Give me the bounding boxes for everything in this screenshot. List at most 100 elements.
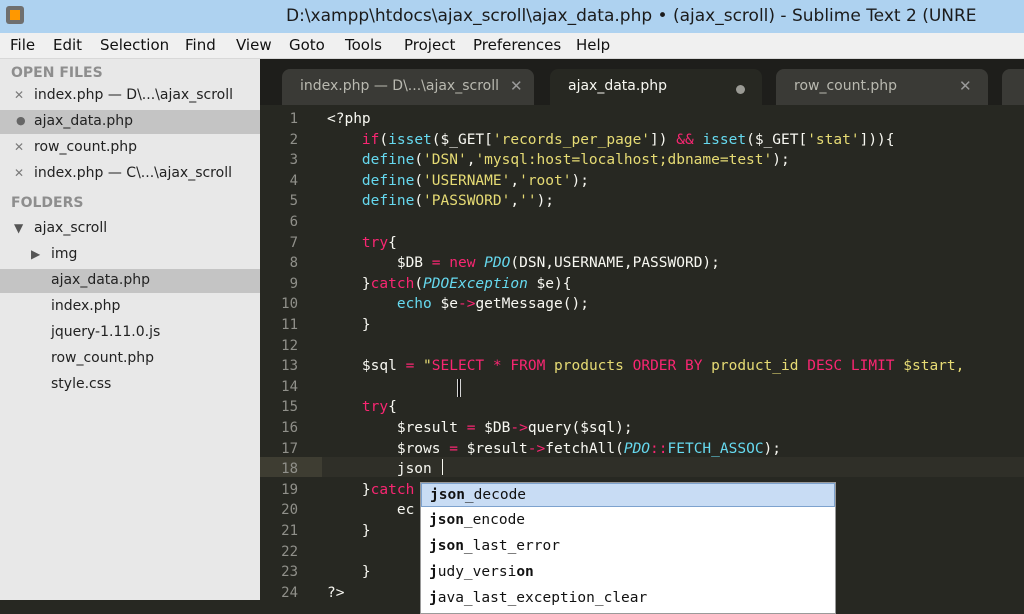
tab-ajax-data-php[interactable]: ajax_data.php [550, 69, 762, 105]
line-number: 13 [281, 358, 298, 375]
subfolder-item[interactable]: ▶ img [0, 243, 260, 267]
line-number: 2 [289, 131, 298, 148]
close-icon[interactable]: ✕ [959, 77, 972, 95]
code-line[interactable]: json [327, 461, 432, 477]
close-icon[interactable]: ✕ [14, 140, 24, 154]
code-line[interactable]: }catch(PDOException $e){ [327, 276, 572, 292]
file-item[interactable]: style.css [0, 373, 260, 397]
autocomplete-label: java_last_exception_clear [429, 590, 648, 606]
code-line[interactable]: $DB = new PDO(DSN,USERNAME,PASSWORD); [327, 255, 720, 271]
window-title: D:\xampp\htdocs\ajax_scroll\ajax_data.ph… [286, 6, 977, 26]
code-line[interactable]: echo $e->getMessage(); [327, 296, 589, 312]
code-line[interactable]: } [327, 564, 371, 580]
code-line[interactable]: try{ [327, 235, 397, 251]
code-line[interactable]: if(isset($_GET['records_per_page']) && i… [327, 132, 895, 148]
line-number: 16 [281, 420, 298, 436]
autocomplete-label: judy_version [429, 564, 534, 580]
tab-label: index.php — D\...\ajax_scroll [300, 78, 499, 94]
tab-label: row_count.php [794, 78, 898, 94]
menu-view[interactable]: View [236, 36, 272, 54]
open-file-label: index.php — C\...\ajax_scroll [34, 165, 232, 181]
autocomplete-popup[interactable]: json_decode json_encode json_last_error … [420, 482, 836, 614]
unsaved-dot-icon[interactable] [736, 85, 745, 94]
dot-icon[interactable]: ● [16, 114, 26, 127]
tab-label: ajax_data.php [568, 78, 667, 94]
menu-file[interactable]: File [10, 36, 35, 54]
line-number: 11 [281, 317, 298, 333]
code-line[interactable]: } [327, 317, 371, 333]
autocomplete-item[interactable]: judy_version [421, 561, 835, 585]
autocomplete-label: json_decode [430, 487, 527, 503]
code-line[interactable]: define('DSN','mysql:host=localhost;dbnam… [327, 152, 790, 168]
line-number: 5 [289, 193, 298, 210]
code-line[interactable]: define('USERNAME','root'); [327, 173, 589, 189]
folder-label: ajax_scroll [34, 220, 108, 236]
code-line[interactable]: define('PASSWORD',''); [327, 193, 554, 209]
file-label: row_count.php [51, 350, 155, 366]
autocomplete-label: json_last_error [429, 538, 560, 554]
autocomplete-item[interactable]: json_last_error [421, 535, 835, 559]
open-file-label: index.php — D\...\ajax_scroll [34, 87, 233, 103]
file-label: jquery-1.11.0.js [51, 324, 161, 340]
line-number: 3 [289, 152, 298, 169]
folder-item[interactable]: ▼ ajax_scroll [0, 217, 260, 241]
menu-edit[interactable]: Edit [53, 36, 82, 54]
close-icon[interactable]: ✕ [14, 166, 24, 180]
file-label: ajax_data.php [51, 272, 150, 288]
open-file-label: row_count.php [34, 139, 138, 155]
tab-index-php[interactable]: index.php — D\...\ajax_scroll ✕ [282, 69, 534, 105]
line-number: 21 [281, 523, 298, 539]
line-number: 9 [289, 275, 298, 292]
code-line[interactable]: ec [327, 502, 414, 518]
menu-preferences[interactable]: Preferences [473, 36, 561, 54]
open-file-item[interactable]: ✕ row_count.php [0, 136, 260, 160]
code-line[interactable]: } [327, 523, 371, 539]
line-number: 1 [289, 111, 298, 127]
autocomplete-item[interactable]: java_last_exception_clear [421, 587, 835, 611]
close-icon[interactable]: ✕ [510, 77, 523, 95]
open-files-heading: OPEN FILES [11, 65, 103, 81]
triangle-right-icon[interactable]: ▶ [31, 247, 40, 261]
triangle-down-icon[interactable]: ▼ [14, 221, 23, 235]
menu-selection[interactable]: Selection [100, 36, 169, 54]
code-line[interactable]: try{ [327, 399, 397, 415]
file-item-active[interactable]: ajax_data.php [0, 269, 260, 293]
title-bar: D:\xampp\htdocs\ajax_scroll\ajax_data.ph… [0, 0, 1024, 33]
autocomplete-label: json_encode [429, 512, 526, 528]
close-icon[interactable]: ✕ [14, 88, 24, 102]
open-file-item-active[interactable]: ● ajax_data.php [0, 110, 260, 134]
tab-row-count-php[interactable]: row_count.php ✕ [776, 69, 988, 105]
subfolder-label: img [51, 246, 78, 262]
code-line[interactable]: $rows = $result->fetchAll(PDO::FETCH_ASS… [327, 441, 781, 457]
autocomplete-item[interactable]: json_encode [421, 509, 835, 533]
tab-overflow[interactable] [1002, 69, 1024, 105]
line-number: 8 [289, 255, 298, 272]
sidebar: OPEN FILES ✕ index.php — D\...\ajax_scro… [0, 59, 260, 600]
menu-tools[interactable]: Tools [345, 36, 382, 54]
code-line[interactable]: $result = $DB->query($sql); [327, 420, 633, 436]
line-number: 17 [281, 440, 298, 457]
line-number: 19 [281, 481, 298, 498]
file-label: index.php [51, 298, 121, 314]
file-item[interactable]: index.php [0, 295, 260, 319]
line-number: 23 [281, 564, 298, 581]
menu-help[interactable]: Help [576, 36, 610, 54]
open-file-item[interactable]: ✕ index.php — C\...\ajax_scroll [0, 162, 260, 186]
menu-goto[interactable]: Goto [289, 36, 325, 54]
line-number: 4 [289, 172, 298, 189]
menu-find[interactable]: Find [185, 36, 216, 54]
file-item[interactable]: row_count.php [0, 347, 260, 371]
autocomplete-item-selected[interactable]: json_decode [421, 483, 835, 507]
code-line[interactable]: <?php [327, 111, 371, 127]
line-number: 7 [289, 234, 298, 251]
code-line[interactable]: $sql = "SELECT * FROM products ORDER BY … [327, 358, 964, 374]
code-line[interactable]: ?> [327, 585, 344, 601]
menu-bar: File Edit Selection Find View Goto Tools… [0, 33, 1024, 59]
folders-heading: FOLDERS [11, 195, 84, 211]
sublime-app-icon[interactable] [6, 6, 24, 24]
line-number: 6 [289, 214, 298, 230]
menu-project[interactable]: Project [404, 36, 455, 54]
file-item[interactable]: jquery-1.11.0.js [0, 321, 260, 345]
open-file-item[interactable]: ✕ index.php — D\...\ajax_scroll [0, 84, 260, 108]
code-line[interactable]: }catch [327, 482, 414, 498]
